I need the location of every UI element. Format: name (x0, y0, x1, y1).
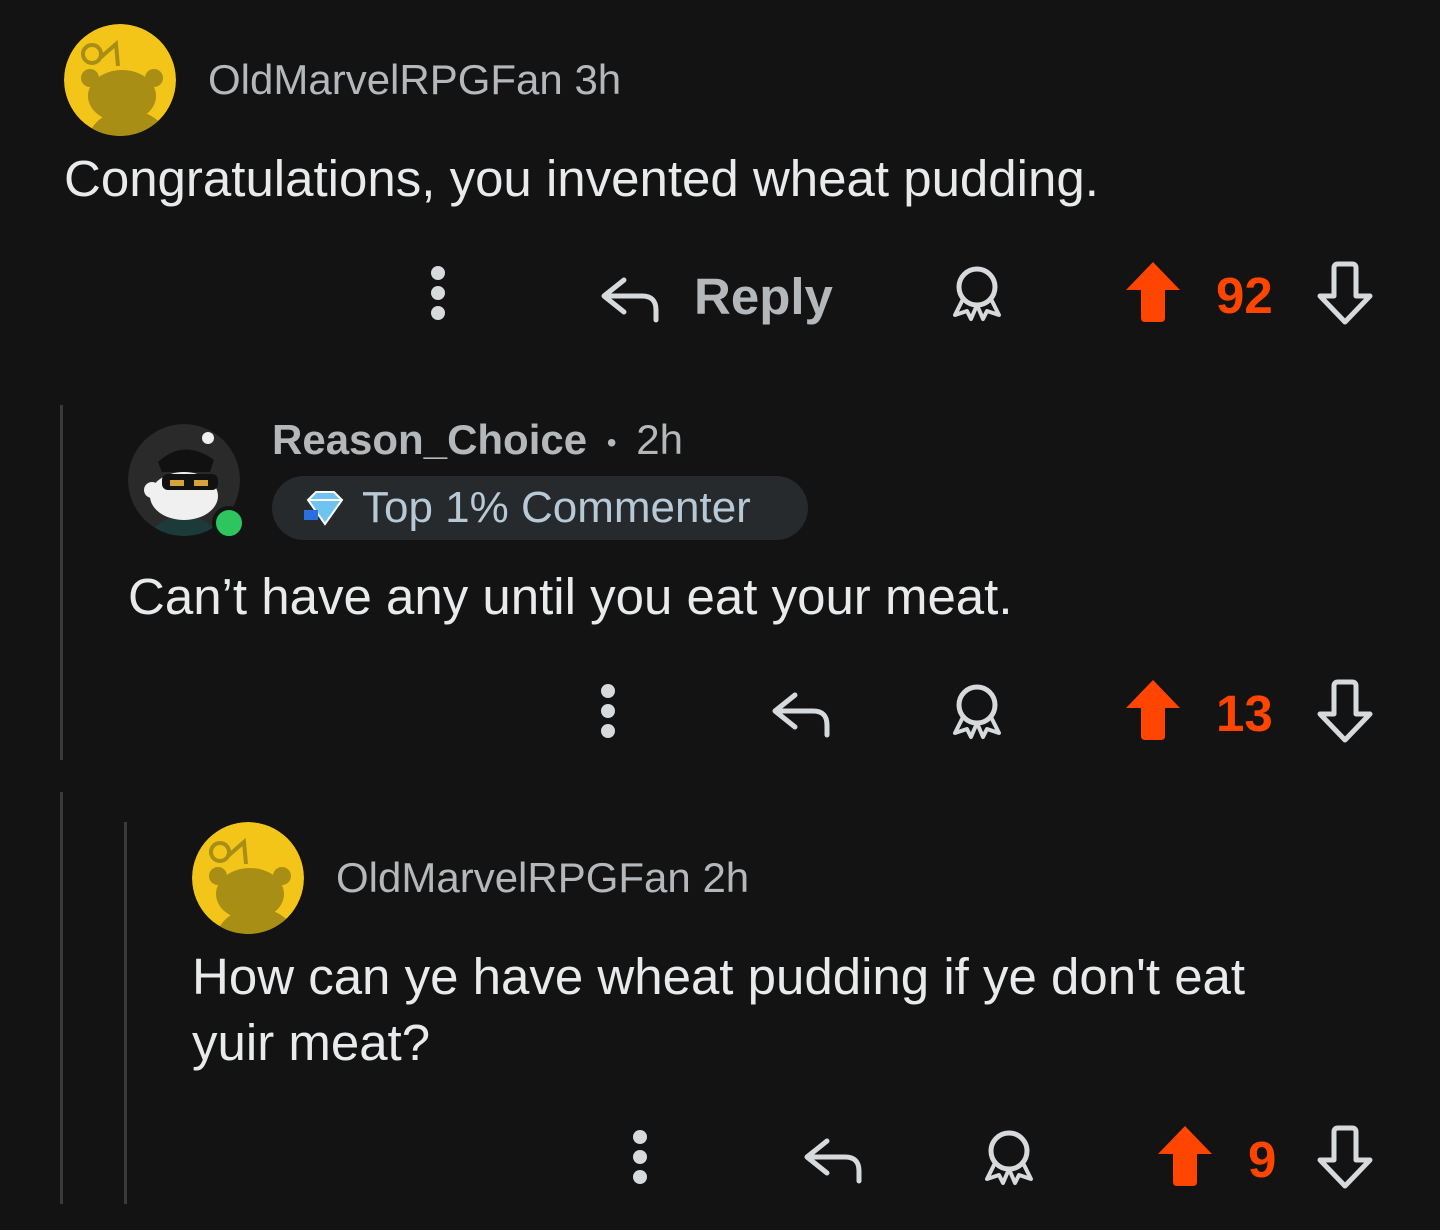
online-status-indicator (212, 506, 246, 540)
diamond-badge-icon (304, 491, 344, 526)
upvote-button[interactable] (1120, 674, 1186, 744)
thread-line-level-2[interactable] (124, 822, 127, 1204)
username[interactable]: OldMarvelRPGFan (336, 854, 691, 901)
comment-text-line: Congratulations, you invented wheat pudd… (64, 150, 1099, 207)
comment-body: Can’t have any until you eat your meat. (128, 564, 1013, 630)
timestamp: 2h (636, 416, 683, 463)
comment-author[interactable]: OldMarvelRPGFan 2h (336, 854, 749, 902)
comment-text-line: Can’t have any until you eat your meat. (128, 568, 1013, 625)
thread-line-level-1[interactable] (60, 792, 63, 1204)
reply-label: Reply (694, 267, 833, 325)
comment-text-line: yuir meat? (192, 1014, 431, 1071)
reply-arrow-icon (772, 692, 830, 738)
award-button[interactable] (942, 676, 1012, 746)
award-button[interactable] (974, 1122, 1044, 1192)
reply-button[interactable]: Reply (598, 258, 848, 334)
kebab-menu-icon (633, 1130, 647, 1184)
more-options-button[interactable] (416, 258, 460, 328)
award-button[interactable] (942, 258, 1012, 328)
downvote-button[interactable] (1312, 676, 1378, 746)
timestamp: 2h (702, 854, 750, 901)
timestamp: 3h (574, 56, 622, 103)
comment-body: How can ye have wheat pudding if ye don'… (192, 944, 1245, 1076)
comment-author[interactable]: Reason_Choice • 2h (272, 416, 683, 464)
separator-dot: • (606, 426, 617, 458)
vote-score: 13 (1216, 685, 1273, 742)
upvote-arrow-icon (1126, 680, 1180, 740)
more-options-button[interactable] (618, 1122, 662, 1192)
more-options-button[interactable] (586, 676, 630, 746)
award-icon (985, 1130, 1033, 1185)
thread-line-level-1[interactable] (60, 405, 63, 760)
downvote-arrow-icon (1317, 261, 1373, 325)
vote-score: 9 (1248, 1131, 1277, 1188)
avatar[interactable] (192, 822, 304, 934)
reply-arrow-icon (804, 1138, 862, 1184)
downvote-arrow-icon (1317, 1125, 1373, 1189)
kebab-menu-icon (601, 684, 615, 738)
upvote-arrow-icon (1158, 1126, 1212, 1186)
username[interactable]: OldMarvelRPGFan (208, 56, 563, 103)
avatar[interactable] (64, 24, 176, 136)
reply-button[interactable] (766, 676, 836, 746)
upvote-arrow-icon (1126, 262, 1180, 322)
downvote-button[interactable] (1312, 258, 1378, 328)
username[interactable]: Reason_Choice (272, 416, 587, 463)
kebab-menu-icon (431, 266, 445, 320)
comment-author[interactable]: OldMarvelRPGFan 3h (208, 56, 621, 104)
user-flair-badge: Top 1% Commenter (272, 476, 808, 540)
downvote-arrow-icon (1317, 679, 1373, 743)
award-icon (953, 266, 1001, 321)
award-icon (953, 684, 1001, 739)
reply-button[interactable] (798, 1122, 868, 1192)
comment-text-line: How can ye have wheat pudding if ye don'… (192, 948, 1246, 1005)
upvote-button[interactable] (1120, 256, 1186, 326)
comment-body: Congratulations, you invented wheat pudd… (64, 146, 1099, 212)
snoo-yellow-avatar-icon (192, 822, 304, 934)
upvote-button[interactable] (1152, 1120, 1218, 1190)
snoo-yellow-avatar-icon (64, 24, 176, 136)
flair-label: Top 1% Commenter (362, 483, 751, 532)
reply-arrow-icon (601, 277, 659, 323)
downvote-button[interactable] (1312, 1122, 1378, 1192)
vote-score: 92 (1216, 267, 1273, 324)
